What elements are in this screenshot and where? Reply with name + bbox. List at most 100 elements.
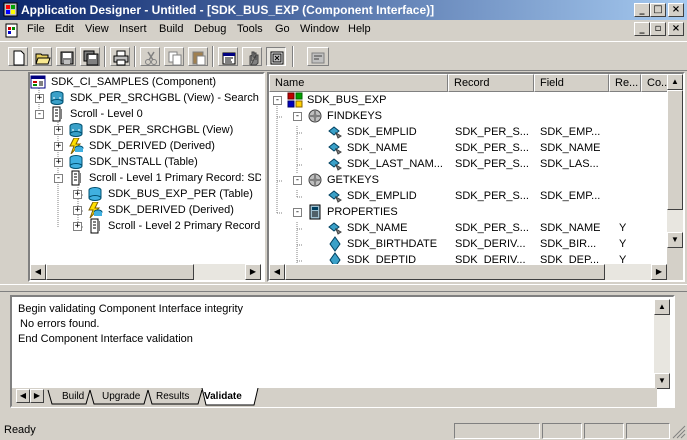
expand-icon[interactable]: + bbox=[54, 158, 63, 167]
grid-horizontal-scrollbar[interactable]: ◀ ▶ bbox=[269, 264, 667, 280]
grid-row[interactable]: SDK_EMPLID SDK_PER_S... SDK_EMP... bbox=[269, 124, 667, 140]
menu-edit[interactable]: Edit bbox=[55, 23, 74, 35]
grid-vertical-scrollbar[interactable]: ▲ ▼ bbox=[667, 74, 683, 248]
run-button[interactable] bbox=[307, 47, 329, 66]
collapse-icon[interactable]: - bbox=[54, 174, 63, 183]
menu-view[interactable]: View bbox=[85, 23, 109, 35]
tree-node[interactable]: + SDK_DERIVED (Derived) bbox=[30, 201, 261, 219]
maximize-button[interactable]: □ bbox=[650, 3, 666, 17]
scroll-thumb[interactable] bbox=[285, 264, 605, 280]
expand-icon[interactable]: + bbox=[73, 222, 82, 231]
tree-node[interactable]: SDK_CI_SAMPLES (Component) bbox=[30, 74, 261, 90]
tree-node[interactable]: - Scroll - Level 0 bbox=[30, 106, 261, 122]
menu-go[interactable]: Go bbox=[275, 23, 290, 35]
copy-button[interactable] bbox=[164, 47, 184, 66]
cell-co bbox=[647, 252, 667, 264]
component-interface-view-button[interactable] bbox=[266, 47, 286, 66]
tab-results[interactable]: Results bbox=[156, 389, 189, 405]
new-button[interactable] bbox=[8, 47, 28, 66]
grid-row[interactable]: SDK_EMPLID SDK_PER_S... SDK_EMP... bbox=[269, 188, 667, 204]
menu-tools[interactable]: Tools bbox=[237, 23, 263, 35]
column-header-field[interactable]: Field bbox=[534, 74, 609, 92]
scroll-left-button[interactable]: ◀ bbox=[30, 264, 46, 280]
grid-row[interactable]: - GETKEYS bbox=[269, 172, 667, 188]
cell-record: SDK_PER_S... bbox=[455, 158, 529, 170]
column-header-record[interactable]: Record bbox=[448, 74, 534, 92]
save-button[interactable] bbox=[56, 47, 76, 66]
menu-debug[interactable]: Debug bbox=[194, 23, 226, 35]
column-header-read-only[interactable]: Re... bbox=[609, 74, 641, 92]
menu-window[interactable]: Window bbox=[300, 23, 339, 35]
menu-help[interactable]: Help bbox=[348, 23, 371, 35]
cut-button[interactable] bbox=[140, 47, 160, 66]
scroll-left-button[interactable]: ◀ bbox=[269, 264, 285, 280]
grid-row[interactable]: SDK_BIRTHDATE SDK_DERIV... SDK_BIR... Y bbox=[269, 236, 667, 252]
grid-row[interactable]: SDK_NAME SDK_PER_S... SDK_NAME bbox=[269, 140, 667, 156]
tree-node[interactable]: + SDK_PER_SRCHGBL (View) - Search R bbox=[30, 90, 261, 106]
tab-scroll-right-button[interactable]: ▶ bbox=[30, 389, 44, 403]
tab-scroll-left-button[interactable]: ◀ bbox=[16, 389, 30, 403]
tree-node[interactable]: - Scroll - Level 1 Primary Record: SD bbox=[30, 170, 261, 186]
menu-file[interactable]: File bbox=[27, 23, 45, 35]
tree-node[interactable]: + SDK_BUS_EXP_PER (Table) bbox=[30, 186, 261, 202]
grid-row[interactable]: - FINDKEYS bbox=[269, 108, 667, 124]
paste-button[interactable] bbox=[188, 47, 208, 66]
cell-co bbox=[647, 156, 667, 172]
collapse-icon[interactable]: - bbox=[293, 176, 302, 185]
output-vertical-scrollbar[interactable]: ▲ ▼ bbox=[654, 299, 670, 389]
expand-icon[interactable]: + bbox=[73, 206, 82, 215]
scroll-up-button[interactable]: ▲ bbox=[667, 74, 683, 90]
grid-row[interactable]: SDK_NAME SDK_PER_S... SDK_NAME Y bbox=[269, 220, 667, 236]
child-close-button[interactable]: × bbox=[668, 22, 684, 36]
collapse-icon[interactable]: - bbox=[293, 208, 302, 217]
expand-icon[interactable]: + bbox=[73, 190, 82, 199]
cell-re bbox=[619, 188, 641, 204]
collapse-icon[interactable]: - bbox=[273, 96, 282, 105]
cell-record bbox=[455, 108, 535, 124]
tab-build[interactable]: Build bbox=[62, 389, 84, 405]
scroll-thumb[interactable] bbox=[667, 90, 683, 210]
grid-row[interactable]: - SDK_BUS_EXP bbox=[269, 92, 667, 108]
tree-node[interactable]: + SDK_PER_SRCHGBL (View) bbox=[30, 122, 261, 138]
pane-splitter[interactable] bbox=[0, 284, 687, 292]
child-restore-button[interactable]: ▫ bbox=[650, 22, 666, 36]
expand-icon[interactable]: + bbox=[35, 94, 44, 103]
tree-node[interactable]: + Scroll - Level 2 Primary Record: bbox=[30, 218, 261, 234]
column-header-name[interactable]: Name bbox=[269, 74, 448, 92]
menu-build[interactable]: Build bbox=[159, 23, 183, 35]
document-icon[interactable] bbox=[4, 23, 20, 39]
properties-button[interactable] bbox=[218, 47, 238, 66]
derived-icon bbox=[87, 201, 103, 219]
toolbar-separator bbox=[134, 46, 136, 67]
scroll-down-button[interactable]: ▼ bbox=[654, 373, 670, 389]
open-button[interactable] bbox=[32, 47, 52, 66]
grid-row[interactable]: SDK_DEPTID SDK_DERIV... SDK_DEP... Y bbox=[269, 252, 667, 264]
minimize-button[interactable]: _ bbox=[634, 3, 650, 17]
tree-node[interactable]: + SDK_INSTALL (Table) bbox=[30, 154, 261, 170]
scroll-down-button[interactable]: ▼ bbox=[667, 232, 683, 248]
tree-horizontal-scrollbar[interactable]: ◀ ▶ bbox=[30, 264, 261, 280]
size-grip-icon[interactable] bbox=[672, 425, 686, 439]
expand-icon[interactable]: + bbox=[54, 142, 63, 151]
close-button[interactable]: × bbox=[668, 3, 684, 17]
expand-icon[interactable]: + bbox=[54, 126, 63, 135]
grid-row[interactable]: SDK_LAST_NAM... SDK_PER_S... SDK_LAS... bbox=[269, 156, 667, 172]
collapse-icon[interactable]: - bbox=[35, 110, 44, 119]
tree-node[interactable]: + SDK_DERIVED (Derived) bbox=[30, 137, 261, 155]
save-all-button[interactable] bbox=[80, 47, 100, 66]
scroll-thumb[interactable] bbox=[46, 264, 194, 280]
cell-name: GETKEYS bbox=[327, 174, 379, 186]
grid-row[interactable]: - PROPERTIES bbox=[269, 204, 667, 220]
collapse-icon[interactable]: - bbox=[293, 112, 302, 121]
scroll-right-button[interactable]: ▶ bbox=[651, 264, 667, 280]
app-icon bbox=[3, 2, 18, 17]
scroll-right-button[interactable]: ▶ bbox=[245, 264, 261, 280]
column-header-collection[interactable]: Co... bbox=[641, 74, 667, 92]
tab-validate[interactable]: Validate bbox=[204, 389, 242, 405]
tab-upgrade[interactable]: Upgrade bbox=[102, 389, 140, 405]
project-button[interactable] bbox=[242, 47, 262, 66]
scroll-up-button[interactable]: ▲ bbox=[654, 299, 670, 315]
child-minimize-button[interactable]: _ bbox=[634, 22, 650, 36]
menu-insert[interactable]: Insert bbox=[119, 23, 147, 35]
print-button[interactable] bbox=[110, 47, 130, 66]
